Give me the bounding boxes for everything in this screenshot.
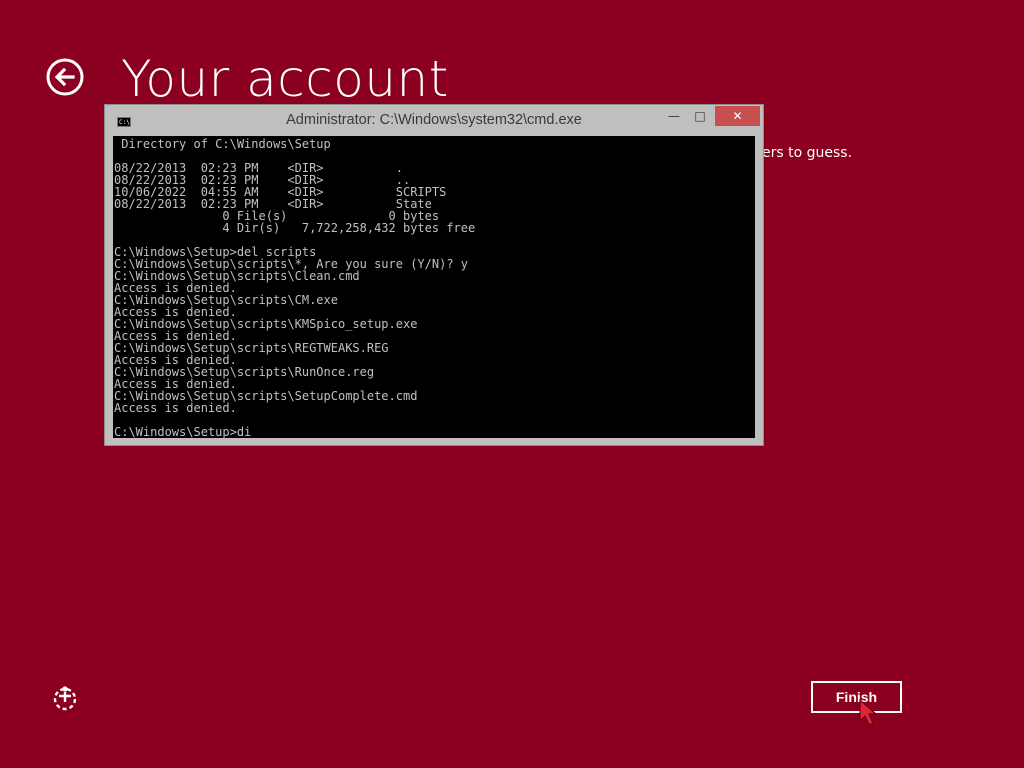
cmd-window[interactable]: C:\ Administrator: C:\Windows\system32\c… bbox=[104, 104, 764, 446]
close-button[interactable]: ✕ bbox=[715, 106, 760, 126]
ease-of-access-button[interactable] bbox=[51, 684, 79, 712]
ease-of-access-icon bbox=[53, 686, 77, 711]
back-arrow-circle-icon bbox=[46, 58, 84, 96]
cmd-console-output[interactable]: Directory of C:\Windows\Setup 08/22/2013 … bbox=[113, 136, 755, 438]
minimize-button[interactable]: — bbox=[661, 106, 687, 126]
console-line: C:\Windows\Setup>di bbox=[114, 425, 252, 438]
console-lines: Directory of C:\Windows\Setup 08/22/2013 … bbox=[113, 136, 755, 438]
cmd-titlebar[interactable]: C:\ Administrator: C:\Windows\system32\c… bbox=[105, 105, 763, 136]
password-hint-text: ers to guess. bbox=[762, 145, 853, 161]
console-line: 4 Dir(s) 7,722,258,432 bytes free bbox=[114, 221, 476, 235]
maximize-button[interactable]: □ bbox=[687, 106, 713, 126]
console-line: Directory of C:\Windows\Setup bbox=[114, 137, 331, 151]
console-line: Access is denied. bbox=[114, 401, 237, 415]
back-button[interactable] bbox=[46, 58, 84, 96]
finish-button[interactable]: Finish bbox=[811, 681, 902, 713]
